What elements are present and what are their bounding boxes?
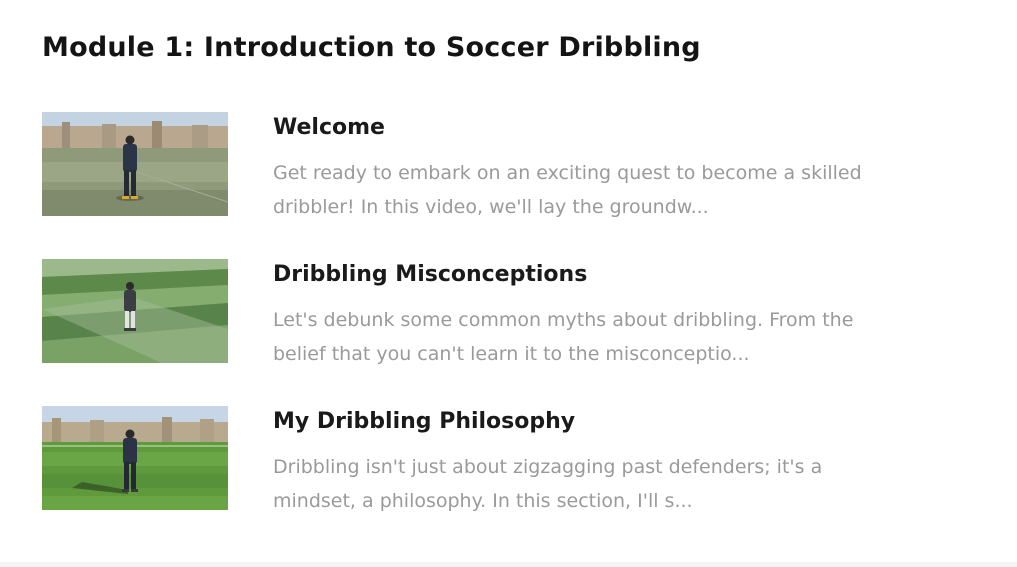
lesson-title[interactable]: My Dribbling Philosophy — [273, 409, 575, 434]
lesson-thumbnail[interactable] — [42, 259, 228, 363]
lesson-description: Get ready to embark on an exciting quest… — [273, 162, 862, 218]
lesson-thumbnail[interactable] — [42, 406, 228, 510]
lesson-item-my-dribbling-philosophy[interactable]: My Dribbling Philosophy Dribbling isn't … — [42, 406, 902, 512]
lesson-item-dribbling-misconceptions[interactable]: Dribbling Misconceptions Let's debunk so… — [42, 259, 902, 365]
lesson-thumbnail[interactable] — [42, 112, 228, 216]
lesson-item-welcome[interactable]: Welcome Get ready to embark on an exciti… — [42, 112, 902, 218]
module-title: Module 1: Introduction to Soccer Dribbli… — [42, 32, 701, 63]
lesson-title[interactable]: Dribbling Misconceptions — [273, 262, 587, 287]
bottom-divider — [0, 562, 1017, 567]
lesson-title[interactable]: Welcome — [273, 115, 385, 140]
lesson-description: Let's debunk some common myths about dri… — [273, 309, 854, 365]
lesson-description: Dribbling isn't just about zigzagging pa… — [273, 456, 823, 512]
